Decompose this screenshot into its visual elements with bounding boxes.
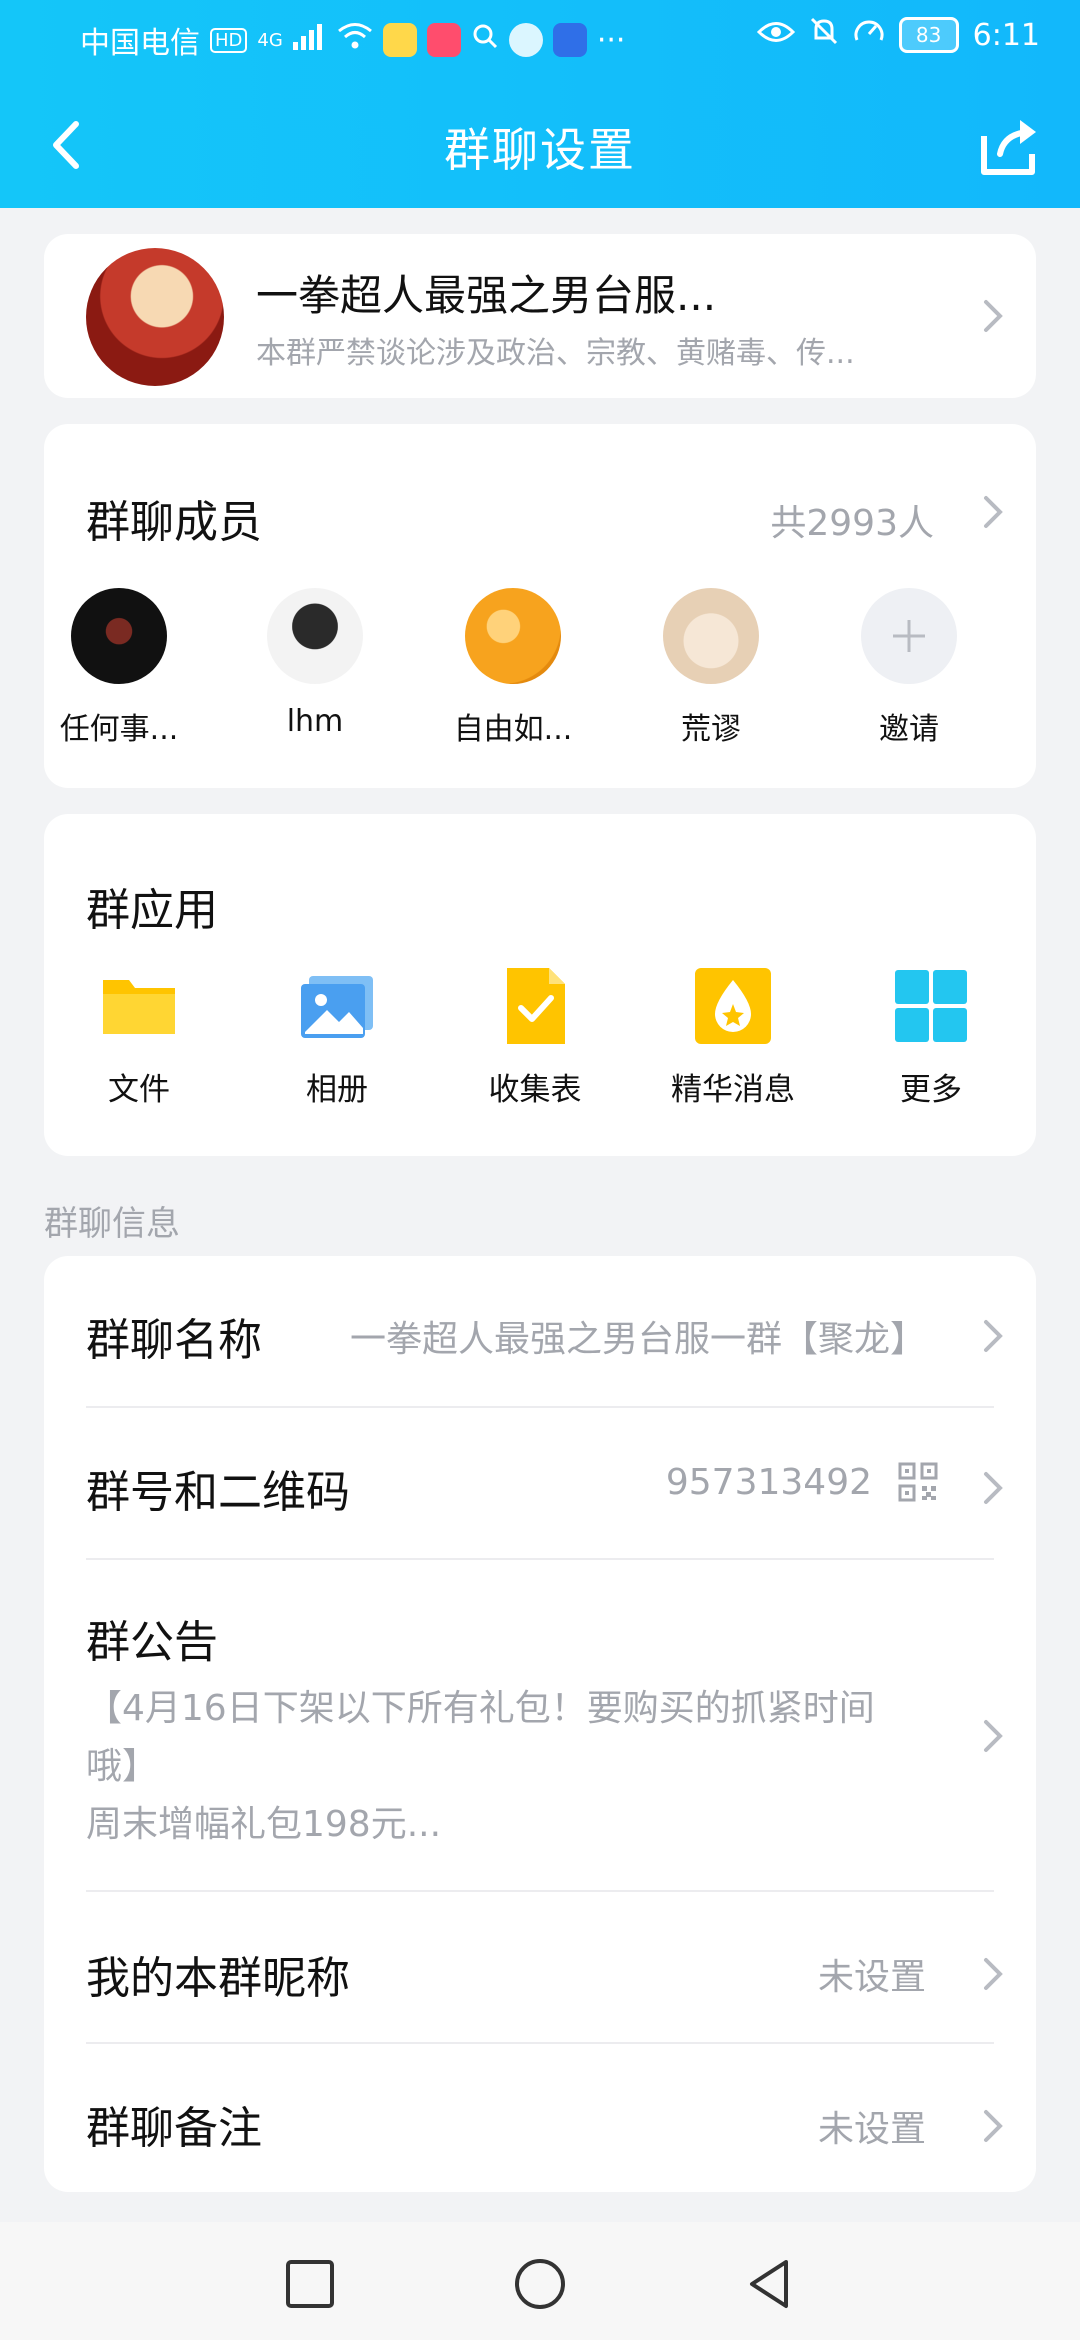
share-icon bbox=[970, 120, 1050, 190]
members-card: 群聊成员 共2993人 任何事... lhm 自由如... 荒谬 邀请 bbox=[44, 424, 1036, 788]
browser-notification-icon bbox=[508, 23, 543, 57]
nav-bar: 群聊设置 bbox=[0, 100, 1080, 190]
chevron-right-icon bbox=[980, 1716, 1006, 1752]
status-right: 83 6:11 bbox=[756, 16, 1040, 54]
my-nickname-row[interactable]: 我的本群昵称 未设置 bbox=[86, 1892, 1003, 2042]
member-avatar bbox=[71, 588, 167, 684]
essence-icon bbox=[693, 966, 773, 1046]
battery-indicator: 83 bbox=[898, 17, 959, 53]
member-item[interactable]: lhm bbox=[240, 588, 390, 739]
reader-notification-icon bbox=[426, 23, 461, 57]
form-icon bbox=[495, 966, 575, 1046]
home-button[interactable] bbox=[512, 2256, 568, 2312]
chevron-right-icon bbox=[980, 1468, 1006, 1504]
group-profile-card[interactable]: 一拳超人最强之男台服... 本群严禁谈论涉及政治、宗教、黄赌毒、传... bbox=[44, 234, 1036, 398]
app-label: 更多 bbox=[900, 1072, 962, 1108]
row-label: 群聊名称 bbox=[86, 1315, 262, 1366]
app-label: 文件 bbox=[108, 1072, 170, 1108]
share-button[interactable] bbox=[970, 106, 1050, 186]
chevron-right-icon bbox=[980, 1316, 1006, 1352]
recents-button[interactable] bbox=[282, 2256, 338, 2312]
plus-icon bbox=[861, 588, 957, 684]
section-label: 群聊信息 bbox=[44, 1204, 180, 1244]
invite-label: 邀请 bbox=[879, 712, 939, 747]
members-title: 群聊成员 bbox=[86, 497, 262, 548]
mute-icon bbox=[809, 16, 839, 54]
row-label: 群公告 bbox=[86, 1617, 218, 1668]
app-label: 精华消息 bbox=[671, 1072, 795, 1108]
more-notifications-icon: ··· bbox=[596, 22, 626, 58]
chevron-right-icon bbox=[980, 1954, 1006, 1990]
member-item[interactable]: 自由如... bbox=[438, 588, 588, 748]
group-avatar bbox=[86, 248, 224, 386]
apps-title: 群应用 bbox=[86, 885, 218, 936]
notice-line: 【4月16日下架以下所有礼包！要购买的抓紧时间 bbox=[86, 1688, 875, 1729]
top-bar: 中国电信 HD 4G ··· 83 6:11 群聊设置 bbox=[0, 0, 1080, 208]
group-name-value: 一拳超人最强之男台服一群【聚龙】 bbox=[349, 1319, 926, 1360]
wifi-icon bbox=[337, 22, 373, 58]
notice-line: 周末增幅礼包198元... bbox=[86, 1804, 442, 1845]
chevron-right-icon bbox=[980, 296, 1006, 332]
member-name: lhm bbox=[286, 704, 344, 739]
status-left: 中国电信 HD 4G ··· bbox=[80, 18, 625, 62]
qr-code-icon bbox=[898, 1462, 938, 1506]
member-name: 任何事... bbox=[59, 712, 179, 747]
app-label: 收集表 bbox=[488, 1072, 582, 1108]
group-apps-card: 群应用 文件 相册 收集表 精华消息 更多 bbox=[44, 814, 1036, 1156]
hd-badge: HD bbox=[210, 27, 248, 53]
row-label: 群号和二维码 bbox=[86, 1467, 350, 1518]
row-label: 我的本群昵称 bbox=[86, 1953, 350, 2004]
chevron-right-icon bbox=[980, 2106, 1006, 2142]
app-files[interactable]: 文件 bbox=[44, 966, 234, 1109]
group-remark-row[interactable]: 群聊备注 未设置 bbox=[86, 2044, 1003, 2192]
member-avatar bbox=[267, 588, 363, 684]
chevron-right-icon bbox=[980, 492, 1006, 528]
app-form[interactable]: 收集表 bbox=[440, 966, 630, 1109]
group-info-card: 群聊名称 一拳超人最强之男台服一群【聚龙】 群号和二维码 957313492 群… bbox=[44, 1256, 1036, 2192]
group-notice-row[interactable]: 群公告 【4月16日下架以下所有礼包！要购买的抓紧时间 哦】 周末增幅礼包198… bbox=[44, 1560, 1036, 1878]
eye-icon bbox=[756, 18, 795, 53]
member-avatar bbox=[465, 588, 561, 684]
search-notification-icon bbox=[471, 22, 499, 58]
member-avatar bbox=[663, 588, 759, 684]
speedometer-icon bbox=[853, 16, 885, 54]
page-title: 群聊设置 bbox=[444, 123, 636, 177]
group-description: 本群严禁谈论涉及政治、宗教、黄赌毒、传... bbox=[256, 336, 855, 371]
member-item[interactable]: 荒谬 bbox=[636, 588, 786, 748]
app-notification-icon bbox=[382, 23, 417, 57]
app-label: 相册 bbox=[306, 1072, 368, 1108]
app-essence[interactable]: 精华消息 bbox=[638, 966, 828, 1109]
back-nav-button[interactable] bbox=[742, 2256, 798, 2312]
group-number-row[interactable]: 群号和二维码 957313492 bbox=[86, 1408, 1003, 1558]
member-name: 荒谬 bbox=[681, 712, 741, 747]
remark-value: 未设置 bbox=[817, 2109, 926, 2150]
grid-icon bbox=[891, 966, 971, 1046]
network-label: 4G bbox=[257, 29, 283, 51]
status-bar: 中国电信 HD 4G ··· 83 6:11 bbox=[0, 0, 1080, 72]
invite-member-button[interactable]: 邀请 bbox=[834, 588, 984, 748]
album-icon bbox=[297, 966, 377, 1046]
carrier-label: 中国电信 bbox=[80, 26, 200, 61]
folder-icon bbox=[99, 966, 179, 1046]
bulb-notification-icon bbox=[552, 23, 587, 57]
app-album[interactable]: 相册 bbox=[242, 966, 432, 1109]
member-item[interactable]: 任何事... bbox=[44, 588, 194, 748]
system-nav-bar bbox=[0, 2222, 1080, 2340]
clock-label: 6:11 bbox=[972, 17, 1040, 53]
group-number-value: 957313492 bbox=[665, 1462, 872, 1503]
signal-icon bbox=[292, 22, 327, 58]
notice-line: 哦】 bbox=[86, 1746, 159, 1787]
group-name-row[interactable]: 群聊名称 一拳超人最强之男台服一群【聚龙】 bbox=[86, 1256, 1003, 1406]
app-more[interactable]: 更多 bbox=[836, 966, 1026, 1109]
row-label: 群聊备注 bbox=[86, 2103, 262, 2154]
nickname-value: 未设置 bbox=[817, 1957, 926, 1998]
member-name: 自由如... bbox=[453, 712, 573, 747]
members-count[interactable]: 共2993人 bbox=[770, 494, 934, 546]
group-name: 一拳超人最强之男台服... bbox=[256, 271, 717, 320]
